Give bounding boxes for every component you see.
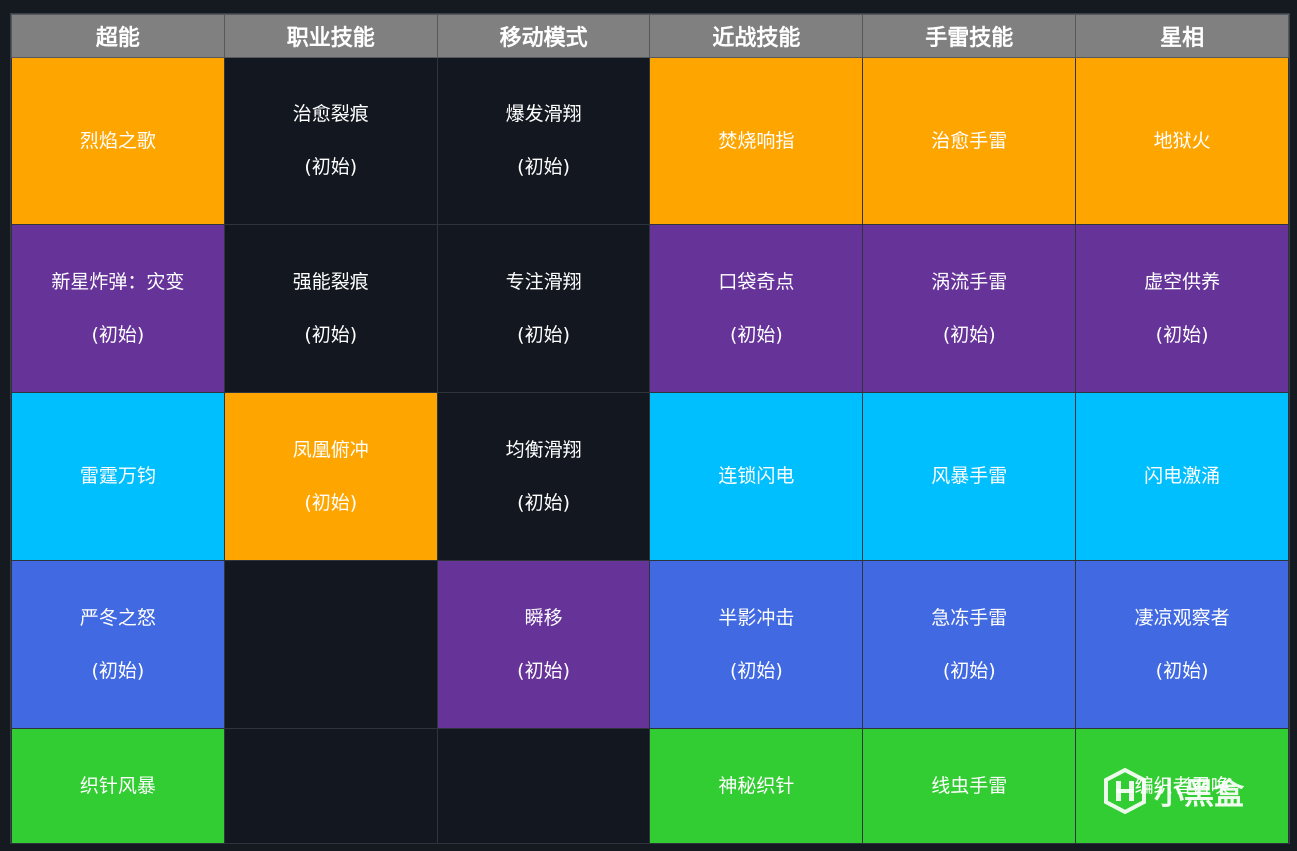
table-row: 烈焰之歌 治愈裂痕 (初始) 爆发滑翔 (初始) 焚烧响指 治愈手雷 地狱火 [11, 57, 1289, 225]
table-cell: 治愈手雷 [862, 57, 1077, 225]
table-cell: 烈焰之歌 [11, 57, 225, 225]
table-cell [436, 728, 651, 844]
table-cell: 雷霆万钧 [11, 392, 225, 561]
table-cell: 瞬移 (初始) [436, 560, 651, 729]
table-cell: 治愈裂痕 (初始) [223, 57, 438, 225]
table-cell: 急冻手雷 (初始) [862, 560, 1077, 729]
table-cell: 虚空供养 (初始) [1075, 224, 1289, 393]
table-cell: 均衡滑翔 (初始) [436, 392, 651, 561]
header-super: 超能 [11, 14, 225, 58]
table-cell: 新星炸弹：灾变 (初始) [11, 224, 225, 393]
header-movement: 移动模式 [436, 14, 651, 58]
header-row: 超能 职业技能 移动模式 近战技能 手雷技能 星相 [11, 14, 1289, 58]
ability-table: 超能 职业技能 移动模式 近战技能 手雷技能 星相 烈焰之歌 治愈裂痕 (初始) … [11, 14, 1289, 844]
table-cell: 织针风暴 [11, 728, 225, 844]
table-cell [223, 728, 438, 844]
table-cell: 口袋奇点 (初始) [649, 224, 864, 393]
table-cell: 连锁闪电 [649, 392, 864, 561]
table-cell: 闪电激涌 [1075, 392, 1289, 561]
table-cell: 神秘织针 [649, 728, 864, 844]
table-row: 新星炸弹：灾变 (初始) 强能裂痕 (初始) 专注滑翔 (初始) 口袋奇点 (初始) 涡… [11, 224, 1289, 393]
table-cell: 风暴手雷 [862, 392, 1077, 561]
table-row: 织针风暴 神秘织针 线虫手雷 编织者召唤 [11, 728, 1289, 844]
table-cell: 专注滑翔 (初始) [436, 224, 651, 393]
table-cell: 严冬之怒 (初始) [11, 560, 225, 729]
table-cell: 凤凰俯冲 (初始) [223, 392, 438, 561]
table-cell: 强能裂痕 (初始) [223, 224, 438, 393]
header-class-ability: 职业技能 [223, 14, 438, 58]
table-cell: 凄凉观察者 (初始) [1075, 560, 1289, 729]
table-cell: 编织者召唤 [1075, 728, 1289, 844]
ability-table-frame: 超能 职业技能 移动模式 近战技能 手雷技能 星相 烈焰之歌 治愈裂痕 (初始) … [10, 13, 1290, 844]
header-grenade: 手雷技能 [862, 14, 1077, 58]
header-aspect: 星相 [1075, 14, 1289, 58]
table-cell [223, 560, 438, 729]
table-cell: 爆发滑翔 (初始) [436, 57, 651, 225]
table-cell: 线虫手雷 [862, 728, 1077, 844]
table-cell: 半影冲击 (初始) [649, 560, 864, 729]
header-melee: 近战技能 [649, 14, 864, 58]
table-row: 雷霆万钧 凤凰俯冲 (初始) 均衡滑翔 (初始) 连锁闪电 风暴手雷 闪电激涌 [11, 392, 1289, 561]
table-row: 严冬之怒 (初始) 瞬移 (初始) 半影冲击 (初始) 急冻手雷 (初始) 凄凉观察者(… [11, 560, 1289, 729]
table-cell: 涡流手雷 (初始) [862, 224, 1077, 393]
table-cell: 焚烧响指 [649, 57, 864, 225]
table-cell: 地狱火 [1075, 57, 1289, 225]
